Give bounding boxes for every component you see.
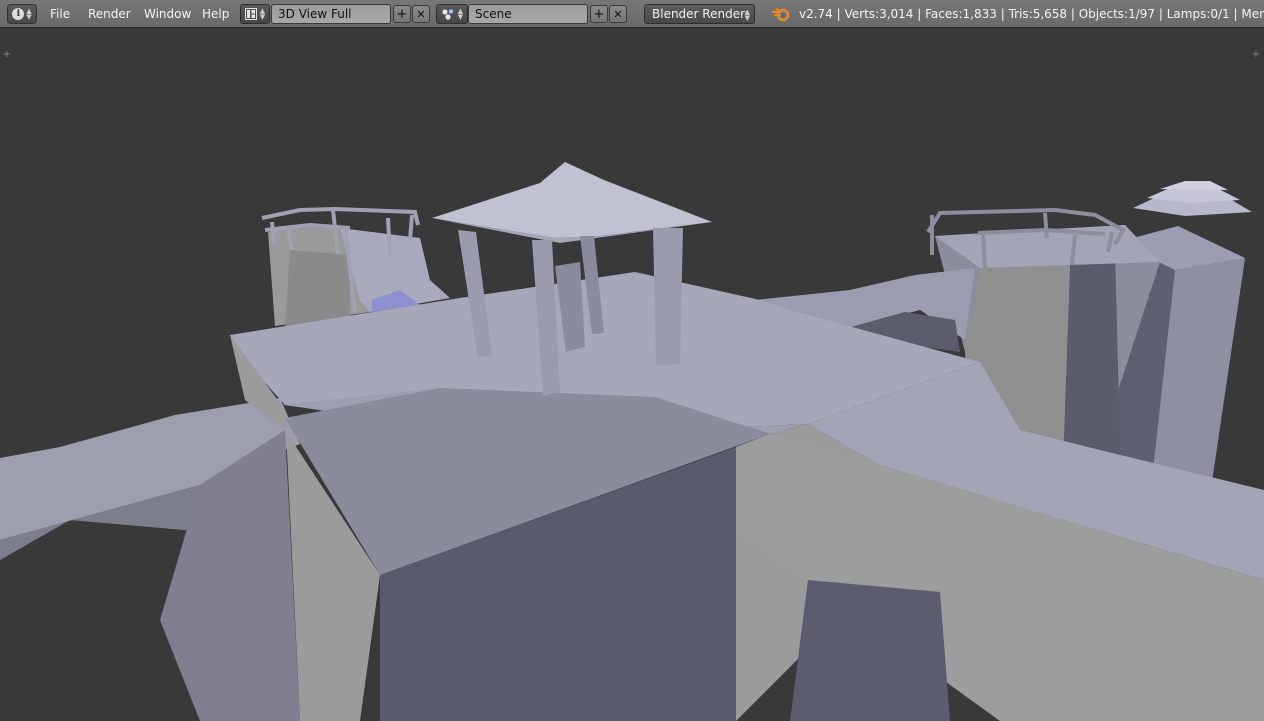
blender-window: i ▲ ▼ File Render Window Help ▲ ▼ 3D View … (0, 0, 1264, 721)
add-scene-button[interactable]: + (590, 5, 608, 23)
updown-arrows-icon: ▲ ▼ (744, 8, 750, 22)
x-icon: ✕ (613, 7, 623, 21)
remove-scene-button[interactable]: ✕ (609, 5, 627, 23)
editor-type-button[interactable]: i ▲ ▼ (7, 4, 37, 24)
render-engine-dropdown[interactable]: Blender Render ▲ ▼ (644, 4, 755, 24)
menu-file[interactable]: File (50, 0, 70, 28)
remove-screen-button[interactable]: ✕ (412, 5, 430, 23)
updown-arrows-icon: ▲ ▼ (26, 7, 32, 21)
plus-icon: + (396, 6, 408, 22)
updown-arrows-icon: ▲ ▼ (457, 7, 464, 21)
platform-disc-top (1160, 181, 1228, 190)
menu-window[interactable]: Window (144, 0, 191, 28)
updown-arrows-icon: ▲ ▼ (259, 7, 266, 21)
info-header: i ▲ ▼ File Render Window Help ▲ ▼ 3D View … (0, 0, 1264, 28)
info-icon: i (12, 8, 25, 20)
screen-layout-name[interactable]: 3D View Full (271, 4, 391, 24)
3d-viewport[interactable]: + + + (0, 28, 1264, 721)
ramp-right-pillar (790, 580, 950, 721)
scene-selector[interactable]: ▲ ▼ (436, 4, 468, 24)
screen-layout-icon (244, 8, 257, 20)
scene-icon (442, 9, 453, 20)
menu-help[interactable]: Help (202, 0, 229, 28)
blender-logo-icon (772, 8, 790, 22)
add-screen-button[interactable]: + (393, 5, 411, 23)
scene-name[interactable]: Scene (468, 4, 588, 24)
scene-statistics: v2.74 | Verts:3,014 | Faces:1,833 | Tris… (799, 7, 1264, 21)
gazebo-roof (432, 162, 712, 238)
render-engine-label: Blender Render (652, 7, 746, 21)
screen-layout-selector[interactable]: ▲ ▼ (240, 4, 270, 24)
plus-icon: + (593, 6, 605, 22)
x-icon: ✕ (416, 7, 426, 21)
tower-left-shadow (285, 250, 350, 326)
scene-render (0, 162, 1264, 721)
menu-render[interactable]: Render (88, 0, 131, 28)
gazebo-pillar-right (653, 228, 683, 366)
